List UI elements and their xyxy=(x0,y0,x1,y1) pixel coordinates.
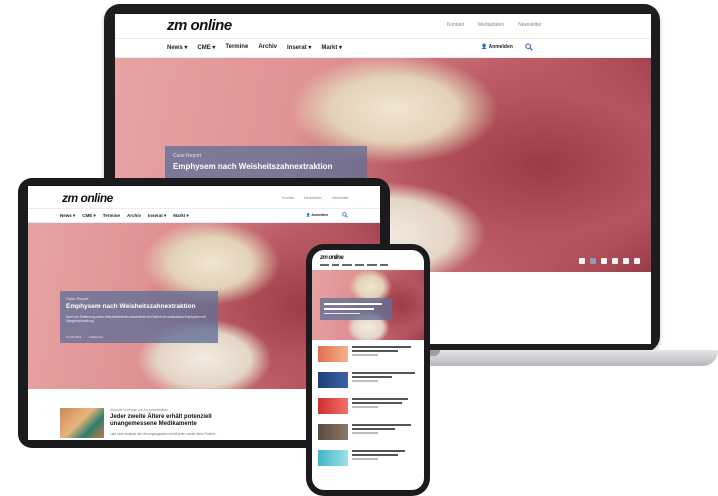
phone-caption-line xyxy=(324,313,360,314)
hero-kicker: Case Report xyxy=(173,153,202,159)
article-teaser: Laut einer Analyse der Versorgungsdaten … xyxy=(110,432,218,436)
list-text xyxy=(352,450,418,462)
hero-headline: Emphysem nach Weisheitszahnextraktion xyxy=(173,162,333,171)
hero-teaser: Nach der Entfernung eines Weisheitszahne… xyxy=(66,315,206,323)
top-link-mediadaten[interactable]: Mediadaten xyxy=(304,196,322,200)
phone-caption-line xyxy=(324,303,382,305)
tablet-logo[interactable]: zm online xyxy=(62,191,113,205)
carousel-dot[interactable] xyxy=(579,258,585,264)
top-link-kontakt[interactable]: Kontakt xyxy=(447,22,464,28)
list-item[interactable] xyxy=(318,424,418,440)
carousel-dot[interactable] xyxy=(601,258,607,264)
carousel-dot[interactable] xyxy=(634,258,640,264)
list-text xyxy=(352,372,418,384)
phone-hero-caption[interactable] xyxy=(320,298,392,320)
nav-item-cme[interactable]: CME ▾ xyxy=(82,213,96,219)
top-link-newsletter[interactable]: Newsletter xyxy=(518,22,542,28)
nav-item-archiv[interactable] xyxy=(355,264,364,266)
list-thumb xyxy=(318,372,348,388)
hero-headline: Emphysem nach Weisheitszahnextraktion xyxy=(66,303,196,310)
hero-kicker: Case Report xyxy=(66,296,89,301)
carousel-dot-active[interactable] xyxy=(590,258,596,264)
list-item[interactable] xyxy=(318,372,418,388)
user-icon: 👤 xyxy=(481,44,488,50)
carousel-dot[interactable] xyxy=(612,258,618,264)
carousel-dots xyxy=(579,258,640,264)
search-icon[interactable] xyxy=(525,43,533,51)
nav-items: News ▾ CME ▾ Termine Archiv Inserat ▾ Ma… xyxy=(167,44,342,51)
nav-item-markt[interactable]: Markt ▾ xyxy=(321,44,342,51)
tablet-nav-items: News ▾ CME ▾ Termine Archiv Inserat ▾ Ma… xyxy=(60,213,189,219)
nav-item-inserat[interactable] xyxy=(367,264,377,266)
top-link-kontakt[interactable]: Kontakt xyxy=(282,196,294,200)
site-header: zm online Kontakt Mediadaten Newsletter xyxy=(115,14,651,38)
nav-item-news[interactable]: News ▾ xyxy=(60,213,75,219)
nav-item-markt[interactable]: Markt ▾ xyxy=(173,213,189,219)
login-link[interactable]: 👤 Anmelden xyxy=(481,44,513,50)
phone-screen: zm online xyxy=(312,250,424,490)
site-logo[interactable]: zm online xyxy=(167,17,232,34)
top-link-mediadaten[interactable]: Mediadaten xyxy=(478,22,504,28)
nav-item-markt[interactable] xyxy=(380,264,388,266)
nav-item-termine[interactable] xyxy=(342,264,352,266)
nav-item-news[interactable]: News ▾ xyxy=(167,44,187,51)
list-text xyxy=(352,424,418,436)
nav-item-termine[interactable]: Termine xyxy=(225,44,248,51)
top-links: Kontakt Mediadaten Newsletter xyxy=(447,22,542,28)
tablet-login-link[interactable]: 👤 Anmelden xyxy=(306,213,328,217)
nav-item-news[interactable] xyxy=(320,264,329,266)
list-thumb xyxy=(318,398,348,414)
list-thumb xyxy=(318,424,348,440)
top-link-newsletter[interactable]: Newsletter xyxy=(332,196,349,200)
phone-caption-line xyxy=(324,308,374,310)
phone-nav xyxy=(320,264,388,266)
list-item[interactable] xyxy=(318,398,418,414)
phone-notch xyxy=(354,246,382,250)
list-item[interactable] xyxy=(318,346,418,362)
hero-caption[interactable]: Case Report Emphysem nach Weisheitszahne… xyxy=(165,146,367,180)
hero-date: 01.08.2023 xyxy=(66,335,82,339)
list-text xyxy=(352,346,418,358)
nav-item-termine[interactable]: Termine xyxy=(103,213,120,219)
carousel-dot[interactable] xyxy=(623,258,629,264)
tablet-top-links: Kontakt Mediadaten Newsletter xyxy=(282,196,349,200)
nav-item-cme[interactable]: CME ▾ xyxy=(197,44,215,51)
article-kicker: Aktuelle Umfrage zur Arzneimittelliste xyxy=(110,408,168,412)
list-text xyxy=(352,398,418,410)
tablet-hero-caption[interactable]: Case Report Emphysem nach Weisheitszahne… xyxy=(60,291,218,343)
main-nav: News ▾ CME ▾ Termine Archiv Inserat ▾ Ma… xyxy=(115,38,651,58)
nav-item-archiv[interactable]: Archiv xyxy=(258,44,277,51)
phone-article-list xyxy=(318,346,418,466)
list-item[interactable] xyxy=(318,450,418,466)
search-icon[interactable] xyxy=(342,212,348,218)
list-thumb xyxy=(318,346,348,362)
article-thumbnail[interactable] xyxy=(60,408,104,438)
phone-logo[interactable]: zm online xyxy=(320,255,344,261)
hero-meta: 01.08.2023 Fallbericht xyxy=(66,335,103,339)
article-title[interactable]: Jeder zweite Ältere erhält potenziell un… xyxy=(110,414,212,428)
nav-item-cme[interactable] xyxy=(332,264,339,266)
nav-item-archiv[interactable]: Archiv xyxy=(127,213,141,219)
user-icon: 👤 xyxy=(306,213,311,217)
tablet-nav: News ▾ CME ▾ Termine Archiv Inserat ▾ Ma… xyxy=(28,208,380,223)
nav-item-inserat[interactable]: Inserat ▾ xyxy=(148,213,166,219)
hero-author: Fallbericht xyxy=(89,335,103,339)
list-thumb xyxy=(318,450,348,466)
nav-item-inserat[interactable]: Inserat ▾ xyxy=(287,44,311,51)
